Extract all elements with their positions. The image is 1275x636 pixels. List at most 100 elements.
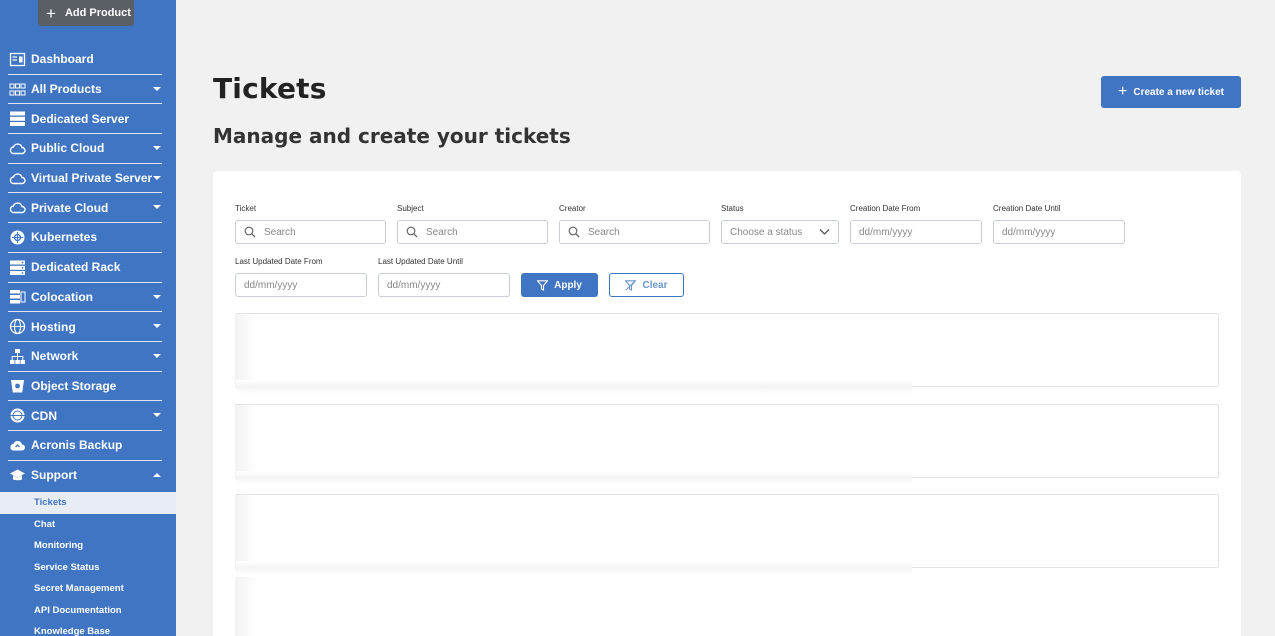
caret-down-icon <box>153 324 161 329</box>
create-ticket-button[interactable]: + Create a new ticket <box>1101 76 1241 108</box>
status-select[interactable]: Choose a status <box>721 220 839 244</box>
sidebar-item-label: Public Cloud <box>31 141 105 156</box>
create-ticket-label: Create a new ticket <box>1133 86 1224 98</box>
sidebar-item-label: All Products <box>31 82 102 97</box>
updated-from-placeholder: dd/mm/yyyy <box>244 279 298 291</box>
subnav-item-knowledge-base[interactable]: Knowledge Base <box>0 621 176 636</box>
caret-up-icon <box>153 472 161 477</box>
sidebar-item-label: Dedicated Server <box>31 111 130 126</box>
updated-until-label: Last Updated Date Until <box>378 257 463 266</box>
creation-date-from-input[interactable]: dd/mm/yyyy <box>850 220 982 244</box>
subnav-item-secret-management[interactable]: Secret Management <box>0 578 176 600</box>
clear-filter-icon <box>625 279 637 291</box>
ticket-search-placeholder: Search <box>264 226 296 238</box>
sidebar-nav: Dashboard All Products Dedicated Server Pub… <box>0 45 176 490</box>
bucket-icon <box>8 377 26 395</box>
sidebar-item-label: Object Storage <box>31 378 117 393</box>
search-icon <box>406 226 418 238</box>
status-filter-label: Status <box>721 204 744 213</box>
sidebar-item-label: Dedicated Rack <box>31 260 121 275</box>
caret-down-icon <box>153 205 161 210</box>
creation-date-until-input[interactable]: dd/mm/yyyy <box>993 220 1125 244</box>
updated-date-until-input[interactable]: dd/mm/yyyy <box>378 273 510 297</box>
sidebar-item-label: Acronis Backup <box>31 438 123 453</box>
sidebar-item-cdn[interactable]: CDN <box>8 401 162 431</box>
sidebar-item-all-products[interactable]: All Products <box>8 75 162 105</box>
caret-down-icon <box>153 175 161 180</box>
subject-filter-label: Subject <box>397 204 424 213</box>
sidebar-item-object-storage[interactable]: Object Storage <box>8 372 162 402</box>
creation-until-placeholder: dd/mm/yyyy <box>1002 226 1056 238</box>
sidebar-item-virtual-private-server[interactable]: Virtual Private Server <box>8 164 162 194</box>
plus-icon: + <box>1118 83 1128 100</box>
sidebar-item-dedicated-server[interactable]: Dedicated Server <box>8 104 162 135</box>
creator-search-input[interactable]: Search <box>559 220 710 244</box>
subnav-item-monitoring[interactable]: Monitoring <box>0 535 176 557</box>
filter-icon <box>537 279 549 291</box>
caret-down-icon <box>153 413 161 418</box>
sidebar: + Add Product Dashboard All Products Dedic… <box>0 0 176 636</box>
sidebar-item-label: Hosting <box>31 319 76 334</box>
sidebar-item-private-cloud[interactable]: Private Cloud <box>8 193 162 224</box>
add-product-label: Add Product <box>64 7 131 19</box>
sidebar-item-label: CDN <box>31 408 57 423</box>
sidebar-item-colocation[interactable]: Colocation <box>8 283 162 313</box>
sidebar-item-support[interactable]: Support <box>8 461 162 491</box>
cloud-upload-icon <box>8 436 26 454</box>
apply-button[interactable]: Apply <box>521 273 598 297</box>
creation-from-label: Creation Date From <box>850 204 921 213</box>
search-icon <box>244 226 256 238</box>
globe-icon <box>8 318 26 336</box>
sidebar-item-acronis-backup[interactable]: Acronis Backup <box>8 431 162 461</box>
add-product-button[interactable]: + Add Product <box>38 0 134 26</box>
colocation-icon <box>8 288 26 306</box>
sidebar-item-dashboard[interactable]: Dashboard <box>8 45 162 75</box>
sidebar-item-network[interactable]: Network <box>8 342 162 372</box>
subnav-item-chat[interactable]: Chat <box>0 514 176 536</box>
subject-search-input[interactable]: Search <box>397 220 548 244</box>
sidebar-item-label: Support <box>31 468 77 483</box>
cloud-icon <box>8 139 26 157</box>
ticket-skeleton-row <box>235 313 1219 394</box>
ticket-skeleton-row <box>235 576 1219 636</box>
kubernetes-icon <box>8 228 26 246</box>
cloud-icon <box>8 169 26 187</box>
subnav-item-api-documentation[interactable]: API Documentation <box>0 600 176 622</box>
tickets-card: Ticket Search Subject Search Creator Sea… <box>213 171 1241 636</box>
clear-label: Clear <box>642 279 668 291</box>
sidebar-item-public-cloud[interactable]: Public Cloud <box>8 134 162 164</box>
caret-down-icon <box>153 146 161 151</box>
creation-from-placeholder: dd/mm/yyyy <box>859 226 913 238</box>
updated-until-placeholder: dd/mm/yyyy <box>387 279 441 291</box>
subject-search-placeholder: Search <box>426 226 458 238</box>
subnav-item-tickets[interactable]: Tickets <box>0 492 176 514</box>
network-icon <box>8 347 26 365</box>
sidebar-item-label: Dashboard <box>31 52 94 67</box>
updated-date-from-input[interactable]: dd/mm/yyyy <box>235 273 367 297</box>
cloud-icon <box>8 199 26 217</box>
dashboard-icon <box>8 50 26 68</box>
ticket-skeleton-row <box>235 494 1219 575</box>
cdn-icon <box>8 407 26 425</box>
apply-label: Apply <box>554 279 582 291</box>
page-subtitle: Manage and create your tickets <box>213 124 571 148</box>
caret-down-icon <box>153 353 161 358</box>
creator-search-placeholder: Search <box>588 226 620 238</box>
sidebar-item-dedicated-rack[interactable]: Dedicated Rack <box>8 253 162 283</box>
sidebar-item-label: Network <box>31 349 79 364</box>
clear-button[interactable]: Clear <box>609 273 684 297</box>
graduation-cap-icon <box>8 466 26 484</box>
sidebar-item-label: Kubernetes <box>31 230 98 245</box>
updated-from-label: Last Updated Date From <box>235 257 323 266</box>
sidebar-item-hosting[interactable]: Hosting <box>8 312 162 342</box>
sidebar-item-label: Virtual Private Server <box>31 171 153 186</box>
ticket-search-input[interactable]: Search <box>235 220 386 244</box>
creation-until-label: Creation Date Until <box>993 204 1061 213</box>
page-title: Tickets <box>213 72 327 105</box>
status-select-placeholder: Choose a status <box>730 226 803 238</box>
server-icon <box>8 110 26 128</box>
sidebar-item-kubernetes[interactable]: Kubernetes <box>8 223 162 253</box>
caret-down-icon <box>153 294 161 299</box>
subnav-item-service-status[interactable]: Service Status <box>0 557 176 579</box>
grid-icon <box>8 80 26 98</box>
